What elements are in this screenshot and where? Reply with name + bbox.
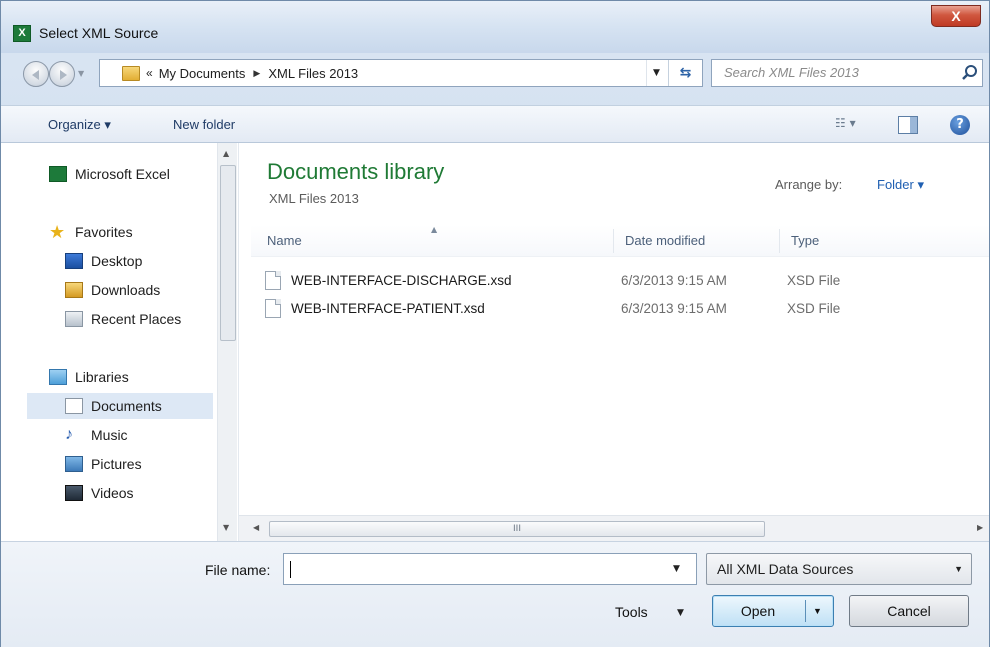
file-type: XSD File xyxy=(787,300,841,316)
change-view-icon[interactable]: ☷ ▾ xyxy=(835,116,869,134)
downloads-icon xyxy=(65,282,83,298)
xsd-file-icon xyxy=(265,298,281,318)
file-name: WEB-INTERFACE-PATIENT.xsd xyxy=(291,300,485,316)
forward-button[interactable] xyxy=(49,61,75,87)
recent-locations-dropdown[interactable]: ▼ xyxy=(78,69,88,79)
excel-app-icon: X xyxy=(13,25,31,42)
file-type: XSD File xyxy=(787,272,841,288)
command-toolbar: Organize ▾ New folder ☷ ▾ ? xyxy=(1,105,989,143)
breadcrumb-xml-files-2013[interactable]: XML Files 2013 xyxy=(268,66,358,81)
file-row[interactable]: WEB-INTERFACE-DISCHARGE.xsd 6/3/2013 9:1… xyxy=(261,267,853,293)
file-name-label: File name: xyxy=(205,562,271,578)
arrange-by-label: Arrange by: xyxy=(775,177,843,192)
refresh-icon[interactable]: ⇆ xyxy=(668,60,702,86)
cancel-button[interactable]: Cancel xyxy=(849,595,969,627)
nav-vertical-scrollbar[interactable]: ▲ ▼ xyxy=(217,143,237,541)
documents-icon xyxy=(65,398,83,414)
search-input[interactable]: Search XML Files 2013 xyxy=(711,59,983,87)
scroll-up-icon[interactable]: ▲ xyxy=(223,149,229,158)
file-name-input[interactable] xyxy=(283,553,697,585)
dialog-footer: File name: ▼ All XML Data Sources ▼ Tool… xyxy=(1,541,989,647)
library-title: Documents library xyxy=(267,159,445,184)
file-name: WEB-INTERFACE-DISCHARGE.xsd xyxy=(291,272,512,288)
scroll-down-icon[interactable]: ▼ xyxy=(223,523,229,532)
back-button[interactable] xyxy=(23,61,49,87)
scroll-right-icon[interactable]: ▶ xyxy=(977,523,983,532)
column-header-row: ▲ Name Date modified Type xyxy=(251,225,989,257)
help-icon[interactable]: ? xyxy=(950,115,970,135)
close-button[interactable]: X xyxy=(931,5,981,27)
arrange-by-dropdown[interactable]: Folder ▾ xyxy=(877,177,924,193)
window-title: Select XML Source xyxy=(39,25,159,41)
nav-item-music[interactable]: ♪ Music xyxy=(65,422,128,448)
preview-pane-icon[interactable] xyxy=(898,116,918,134)
nav-item-favorites[interactable]: ★ Favorites xyxy=(49,219,133,245)
nav-item-pictures[interactable]: Pictures xyxy=(65,451,142,477)
navigation-pane: Microsoft Excel ★ Favorites Desktop Down… xyxy=(1,143,239,541)
column-divider[interactable] xyxy=(779,229,780,253)
file-date: 6/3/2013 9:15 AM xyxy=(621,300,727,316)
desktop-icon xyxy=(65,253,83,269)
library-subtitle: XML Files 2013 xyxy=(269,191,359,206)
column-type[interactable]: Type xyxy=(791,233,819,248)
nav-item-videos[interactable]: Videos xyxy=(65,480,134,506)
open-button-label: Open xyxy=(740,603,776,619)
search-icon[interactable] xyxy=(961,64,979,82)
nav-item-downloads[interactable]: Downloads xyxy=(65,277,160,303)
file-type-select[interactable]: All XML Data Sources ▼ xyxy=(706,553,972,585)
column-divider[interactable] xyxy=(613,229,614,253)
organize-menu[interactable]: Organize ▾ xyxy=(48,117,111,133)
title-bar[interactable]: X Select XML Source X ▼ « My Documents ▶… xyxy=(1,1,989,87)
scroll-left-icon[interactable]: ◀ xyxy=(253,523,259,532)
open-options-dropdown-icon[interactable]: ▼ xyxy=(813,596,822,626)
tools-dropdown-icon[interactable]: ▼ xyxy=(677,608,684,618)
main-area: Microsoft Excel ★ Favorites Desktop Down… xyxy=(1,143,989,541)
breadcrumb: « My Documents ▶ XML Files 2013 xyxy=(146,66,358,81)
select-xml-source-dialog: X Select XML Source X ▼ « My Documents ▶… xyxy=(0,0,990,647)
sort-ascending-icon: ▲ xyxy=(431,225,438,234)
address-dropdown-icon[interactable]: ▼ xyxy=(646,60,666,86)
nav-item-libraries[interactable]: Libraries xyxy=(49,364,129,390)
column-date-modified[interactable]: Date modified xyxy=(625,233,705,248)
new-folder-button[interactable]: New folder xyxy=(173,117,235,132)
file-row[interactable]: WEB-INTERFACE-PATIENT.xsd 6/3/2013 9:15 … xyxy=(261,295,853,321)
chevron-down-icon: ▼ xyxy=(954,564,963,574)
address-bar[interactable]: « My Documents ▶ XML Files 2013 ▼ ⇆ xyxy=(99,59,703,87)
videos-icon xyxy=(65,485,83,501)
file-list-pane: Documents library XML Files 2013 Arrange… xyxy=(251,143,989,541)
nav-item-microsoft-excel[interactable]: Microsoft Excel xyxy=(49,161,170,187)
nav-item-documents[interactable]: Documents xyxy=(27,393,213,419)
excel-icon xyxy=(49,166,67,182)
breadcrumb-separator-icon[interactable]: ▶ xyxy=(253,68,260,79)
open-button[interactable]: Open ▼ xyxy=(712,595,834,627)
folder-icon xyxy=(122,65,140,81)
scrollbar-thumb[interactable]: III xyxy=(269,521,765,537)
scrollbar-thumb[interactable] xyxy=(220,165,236,341)
breadcrumb-my-documents[interactable]: My Documents xyxy=(159,66,246,81)
column-name[interactable]: Name xyxy=(267,233,302,248)
file-name-dropdown-icon[interactable]: ▼ xyxy=(673,564,680,574)
nav-item-recent-places[interactable]: Recent Places xyxy=(65,306,181,332)
libraries-icon xyxy=(49,369,67,385)
xsd-file-icon xyxy=(265,270,281,290)
split-divider xyxy=(805,600,806,622)
recent-places-icon xyxy=(65,311,83,327)
tools-menu[interactable]: Tools xyxy=(615,604,648,620)
pictures-icon xyxy=(65,456,83,472)
nav-item-desktop[interactable]: Desktop xyxy=(65,248,142,274)
file-date: 6/3/2013 9:15 AM xyxy=(621,272,727,288)
horizontal-scrollbar[interactable]: ◀ III ▶ xyxy=(239,515,989,541)
star-icon: ★ xyxy=(49,222,66,242)
music-icon: ♪ xyxy=(65,426,73,443)
breadcrumb-overflow[interactable]: « xyxy=(146,66,153,80)
file-type-selected: All XML Data Sources xyxy=(717,561,854,577)
